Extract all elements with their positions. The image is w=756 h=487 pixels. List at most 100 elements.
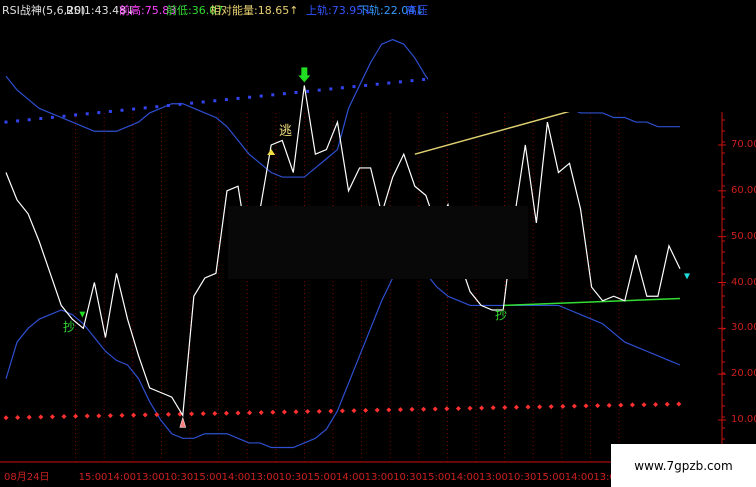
lower-dot xyxy=(455,405,461,411)
lower-dot xyxy=(513,404,519,410)
lower-dot xyxy=(15,414,21,420)
upper-dot xyxy=(410,79,414,83)
escape-triangle-icon xyxy=(267,149,276,155)
x-tick-label: 15:00 xyxy=(193,472,222,483)
buy-triangle-icon xyxy=(79,311,86,318)
sell-arrow-icon xyxy=(298,67,311,83)
buy-label-left: 抄 xyxy=(63,320,76,334)
upper-dot xyxy=(317,88,321,92)
lower-dot xyxy=(270,409,276,415)
upper-dot xyxy=(74,113,78,117)
lower-dot xyxy=(351,408,357,414)
y-tick-label: 50.00 xyxy=(731,230,756,242)
x-tick-label: 14:00 xyxy=(564,472,594,483)
lower-band-line xyxy=(5,263,681,449)
y-tick-label: 20.00 xyxy=(731,368,756,380)
upper-dot xyxy=(294,91,298,95)
upper-dot xyxy=(340,86,344,90)
upper-dot xyxy=(387,81,391,85)
upper-dot xyxy=(352,85,356,89)
buy-arrow-icon xyxy=(179,416,187,428)
y-tick-label: 30.00 xyxy=(731,322,756,334)
upper-dot xyxy=(143,106,147,110)
upper-dot xyxy=(375,82,379,86)
upper-dot xyxy=(282,92,286,96)
upper-dot xyxy=(16,119,20,123)
upper-dot xyxy=(108,109,112,113)
lower-dot xyxy=(26,414,32,420)
lower-dot xyxy=(305,409,311,415)
lower-dot xyxy=(107,413,113,419)
upper-dot xyxy=(306,89,310,93)
lower-dot xyxy=(664,401,670,407)
x-tick-label: 10:30 xyxy=(164,472,194,483)
lower-dot xyxy=(235,410,241,416)
prev-low-line xyxy=(503,297,681,307)
y-tick-label: 10.00 xyxy=(731,414,756,425)
lower-dot xyxy=(61,414,67,420)
lower-dot xyxy=(676,401,682,407)
lower-dot xyxy=(571,403,577,409)
upper-dot xyxy=(213,99,217,103)
upper-dot xyxy=(398,80,402,84)
upper-dot xyxy=(422,77,426,81)
upper-dot xyxy=(132,107,136,111)
down-triangle-icon xyxy=(684,273,690,280)
upper-dot xyxy=(224,98,228,102)
x-tick-label: 13:00 xyxy=(250,472,280,483)
relative-energy-value: 相对能量:18.65↑ xyxy=(210,4,299,17)
lower-dot xyxy=(502,405,508,411)
lower-dot xyxy=(548,404,554,410)
lower-dot xyxy=(212,410,218,416)
lower-dot xyxy=(386,407,392,413)
upper-dot xyxy=(178,102,182,106)
lower-dot xyxy=(537,404,543,410)
lower-dot xyxy=(409,406,415,412)
upper-dot xyxy=(62,114,66,118)
y-tick-label: 60.00 xyxy=(731,184,756,196)
lower-dot xyxy=(595,403,601,409)
lower-dot xyxy=(165,411,171,417)
lower-dot xyxy=(200,411,206,417)
x-tick-label: 10:30 xyxy=(278,472,308,483)
lower-dot xyxy=(583,403,589,409)
x-tick-label: 14:00 xyxy=(221,472,251,483)
upper-dot xyxy=(364,83,368,87)
lower-dot xyxy=(96,413,102,419)
x-tick-label: 13:00 xyxy=(364,472,394,483)
site-watermark: www.7gpzb.com xyxy=(611,444,756,487)
lower-dot xyxy=(247,410,253,416)
lower-dot xyxy=(490,405,496,411)
lower-dot xyxy=(49,414,55,420)
y-tick-label: 70.00 xyxy=(731,139,756,150)
buy-label-right: 抄 xyxy=(495,308,508,322)
lower-dot xyxy=(606,402,612,408)
x-tick-label: 08月24日 xyxy=(4,472,50,483)
lower-dot xyxy=(641,402,647,408)
lower-dot xyxy=(38,414,44,420)
x-tick-label: 15:00 xyxy=(78,472,108,483)
lower-dot xyxy=(316,408,322,414)
lower-dot xyxy=(339,408,345,414)
x-tick-label: 15:00 xyxy=(536,472,566,483)
redaction-top-right xyxy=(428,0,756,112)
lower-dot xyxy=(397,407,403,413)
lower-dot xyxy=(618,402,624,408)
x-tick-label: 10:30 xyxy=(393,472,423,483)
lower-dot xyxy=(363,407,369,413)
lower-dot xyxy=(444,406,450,412)
lower-dot xyxy=(653,401,659,407)
upper-dot xyxy=(4,120,8,124)
lower-dot xyxy=(560,403,566,409)
lower-dot xyxy=(119,412,125,418)
x-tick-label: 13:00 xyxy=(479,472,508,483)
x-tick-label: 15:00 xyxy=(421,472,451,483)
upper-dot xyxy=(39,117,43,121)
upper-dot xyxy=(120,108,124,112)
escape-label: 逃 xyxy=(279,124,293,139)
upper-dot xyxy=(27,118,31,122)
upper-dot xyxy=(97,111,101,115)
lower-dot xyxy=(525,404,531,410)
x-tick-label: 13:00 xyxy=(135,472,165,483)
x-tick-label: 14:00 xyxy=(450,472,480,483)
